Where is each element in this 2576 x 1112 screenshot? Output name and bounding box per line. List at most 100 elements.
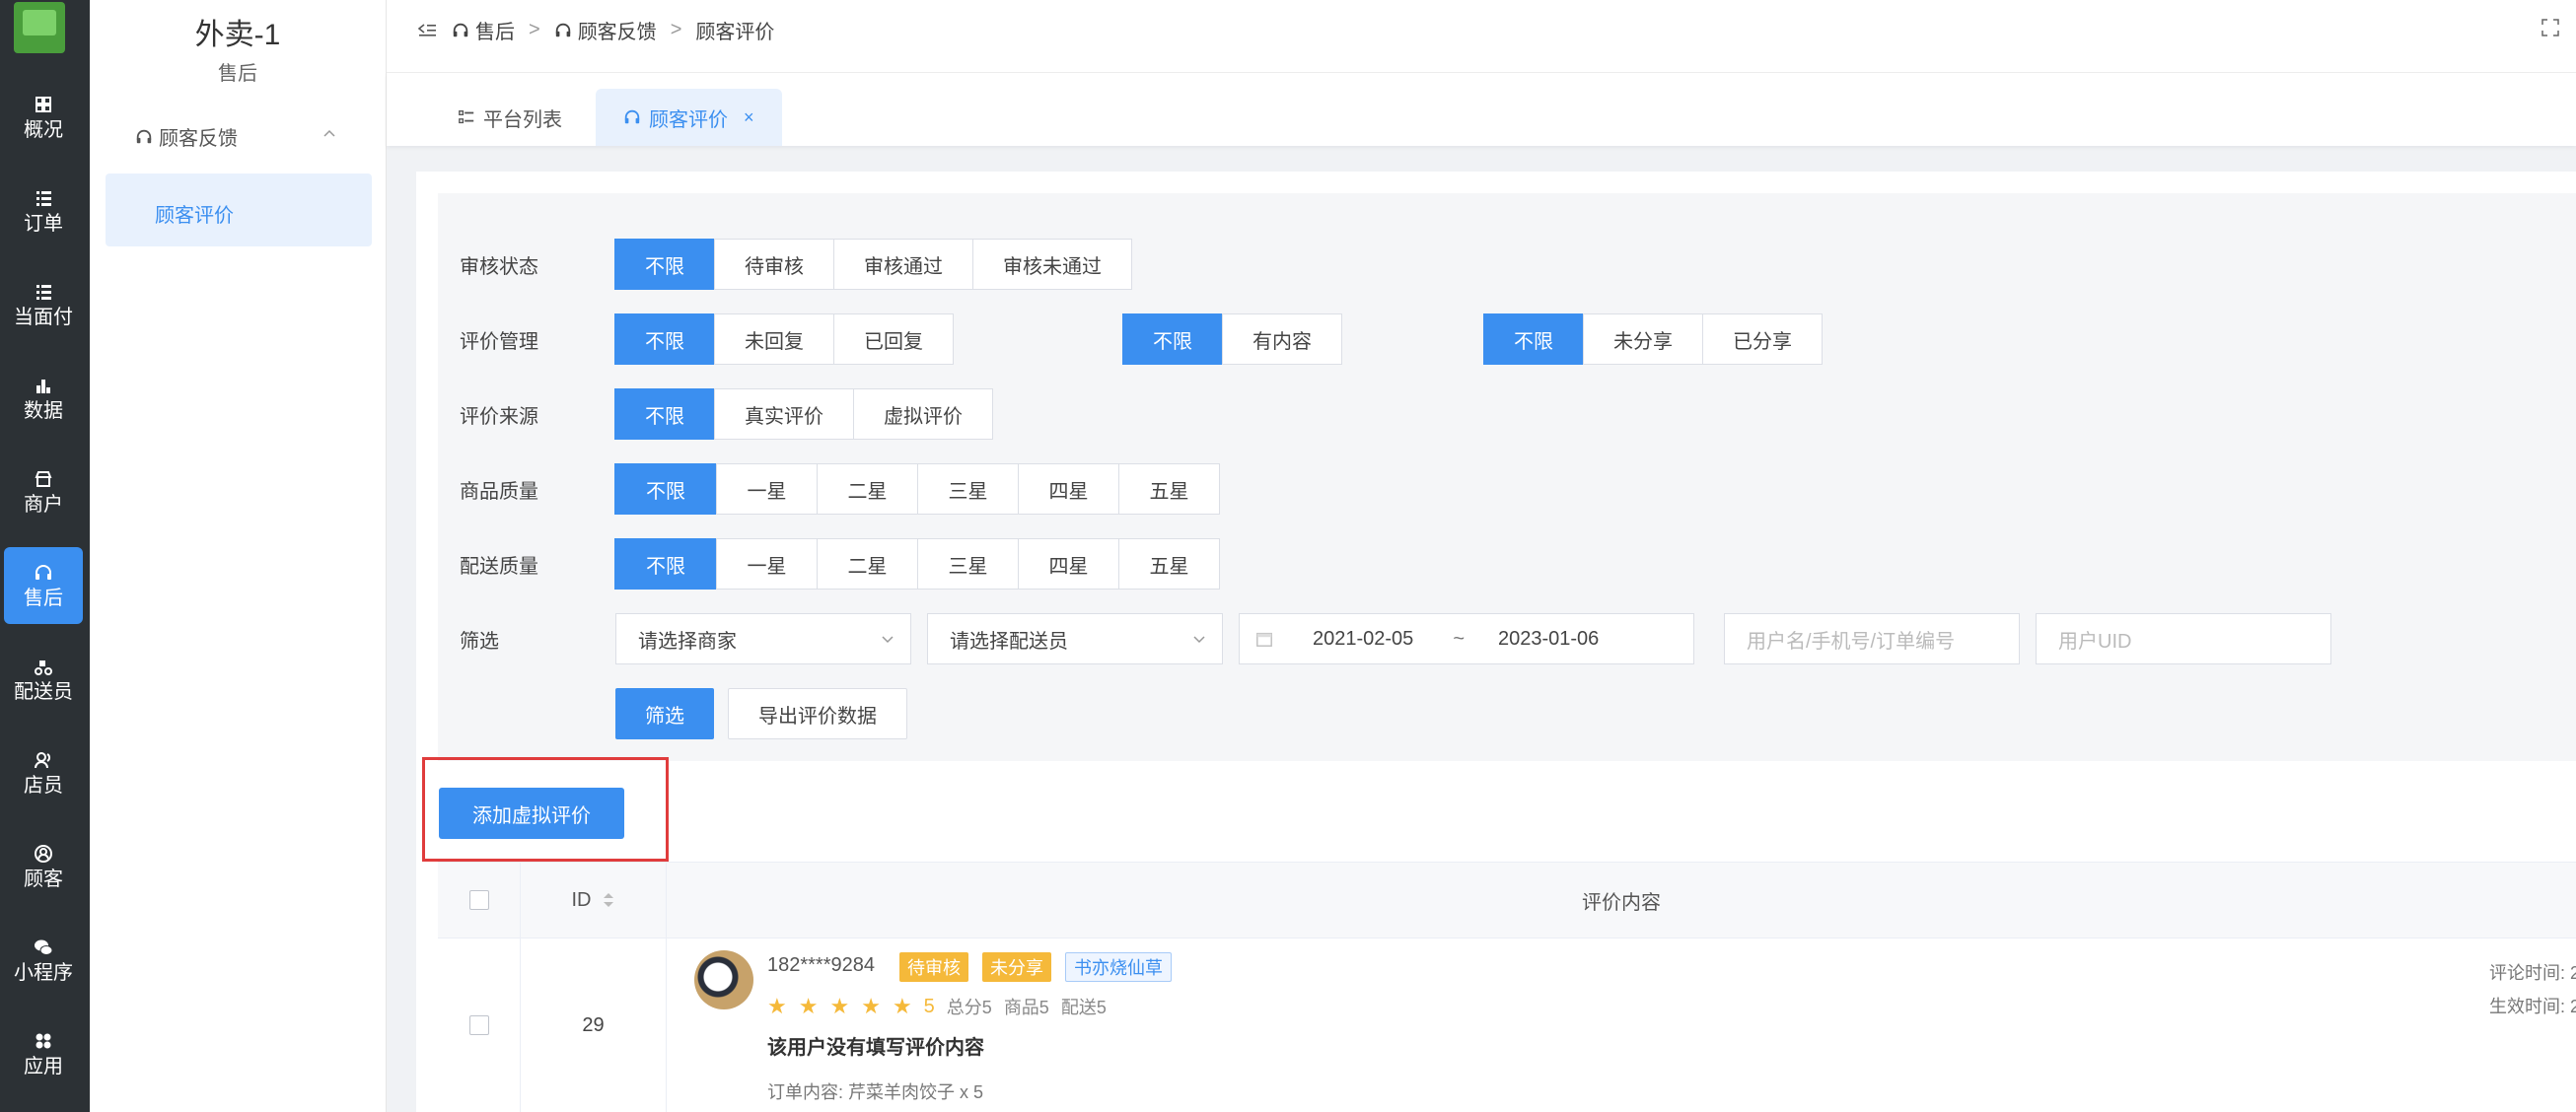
rail-item-label: 小程序 (14, 962, 73, 984)
option-button[interactable]: 已分享 (1702, 313, 1823, 365)
option-button[interactable]: 二星 (817, 538, 918, 590)
option-button[interactable]: 虚拟评价 (853, 388, 993, 440)
total-score: 总分5 (946, 998, 992, 1017)
option-button[interactable]: 审核通过 (833, 239, 973, 290)
option-button[interactable]: 待审核 (714, 239, 834, 290)
select-value: 请选择配送员 (950, 630, 1068, 653)
rating-score: 5 (923, 995, 935, 1017)
option-button[interactable]: 不限 (1122, 313, 1223, 365)
rail-item-label: 当面付 (14, 307, 73, 328)
filter-panel: 审核状态 不限 待审核 审核通过 审核未通过 评价管理 不限 未回复 已回复 不… (438, 193, 2576, 761)
subnav-item-label: 顾客评价 (155, 205, 234, 227)
secondary-sidebar: 外卖-1 售后 顾客反馈 顾客评价 (90, 0, 387, 1112)
export-button[interactable]: 导出评价数据 (728, 688, 907, 739)
option-button[interactable]: 四星 (1018, 538, 1119, 590)
date-start: 2021-02-05 (1313, 627, 1414, 650)
id-column-header[interactable]: ID (521, 863, 667, 938)
option-button[interactable]: 未回复 (714, 313, 834, 365)
option-button[interactable]: 一星 (716, 463, 818, 515)
star-icon: ★ (798, 994, 819, 1018)
merchant-select[interactable]: 请选择商家 (615, 613, 911, 664)
rail-item-staff[interactable]: 店员 (4, 734, 83, 811)
option-button[interactable]: 三星 (917, 463, 1019, 515)
filter-label: 配送质量 (460, 555, 538, 578)
option-button[interactable]: 审核未通过 (972, 239, 1132, 290)
option-button[interactable]: 一星 (716, 538, 818, 590)
filter-row-review-status: 审核状态 不限 待审核 审核通过 审核未通过 (460, 239, 1132, 290)
rail-item-aftersales[interactable]: 售后 (4, 547, 83, 624)
filter-label: 评价来源 (460, 405, 538, 428)
option-button[interactable]: 真实评价 (714, 388, 854, 440)
subnav-group-feedback[interactable]: 顾客反馈 (135, 122, 238, 151)
option-button[interactable]: 二星 (817, 463, 918, 515)
date-end: 2023-01-06 (1498, 627, 1600, 650)
column-label: ID (571, 888, 592, 911)
segmented-review-status: 不限 待审核 审核通过 审核未通过 (614, 239, 1132, 290)
option-button[interactable]: 不限 (614, 313, 715, 365)
option-button[interactable]: 有内容 (1222, 313, 1342, 365)
main-card: 审核状态 不限 待审核 审核通过 审核未通过 评价管理 不限 未回复 已回复 不… (416, 172, 2576, 1112)
sort-icon[interactable] (602, 890, 615, 910)
option-button[interactable]: 不限 (614, 239, 715, 290)
add-virtual-review-button[interactable]: 添加虚拟评价 (439, 788, 624, 839)
breadcrumb-item-current: 顾客评价 (695, 16, 774, 44)
option-button[interactable]: 未分享 (1583, 313, 1703, 365)
breadcrumb-item[interactable]: 顾客反馈 (554, 16, 657, 44)
option-button[interactable]: 不限 (614, 538, 717, 590)
segmented-reply: 不限 未回复 已回复 (614, 313, 1123, 365)
rail-item-overview[interactable]: 概况 (4, 79, 83, 156)
keyword-input[interactable]: 用户名/手机号/订单编号 (1724, 613, 2020, 664)
rail-item-orders[interactable]: 订单 (4, 173, 83, 249)
select-all-checkbox[interactable] (468, 890, 489, 910)
share-badge: 未分享 (982, 952, 1051, 982)
segmented-review-source: 不限 真实评价 虚拟评价 (614, 388, 993, 440)
highlight-box: 添加虚拟评价 (422, 757, 669, 862)
rail-item-merchant[interactable]: 商户 (4, 453, 83, 530)
avatar (694, 950, 753, 1009)
filter-button[interactable]: 筛选 (615, 688, 714, 739)
tab-customer-reviews[interactable]: 顾客评价 × (596, 89, 782, 146)
option-button[interactable]: 不限 (614, 463, 717, 515)
option-button[interactable]: 四星 (1018, 463, 1119, 515)
option-button[interactable]: 三星 (917, 538, 1019, 590)
rail-item-apps[interactable]: 应用 (4, 1015, 83, 1092)
table-header: ID 评价内容 (438, 862, 2576, 938)
option-button[interactable]: 不限 (614, 388, 715, 440)
breadcrumb-label: 顾客反馈 (577, 22, 657, 43)
option-button[interactable]: 已回复 (833, 313, 954, 365)
chevron-down-icon (882, 636, 894, 644)
fullscreen-icon[interactable] (2540, 18, 2560, 37)
rail-item-facepay[interactable]: 当面付 (4, 266, 83, 343)
row-id: 29 (521, 938, 667, 1112)
breadcrumb-item[interactable]: 售后 (452, 16, 515, 44)
rail-item-miniprogram[interactable]: 小程序 (4, 922, 83, 999)
filter-actions: 筛选 导出评价数据 (615, 688, 907, 739)
courier-select[interactable]: 请选择配送员 (927, 613, 1223, 664)
bar-chart-icon (36, 380, 50, 393)
breadcrumb-separator: > (670, 19, 682, 40)
headset-icon (36, 565, 51, 580)
option-button[interactable]: 五星 (1118, 463, 1220, 515)
option-button[interactable]: 五星 (1118, 538, 1220, 590)
uid-input[interactable]: 用户UID (2036, 613, 2331, 664)
rail-item-data[interactable]: 数据 (4, 360, 83, 437)
rail-item-courier[interactable]: 配送员 (4, 641, 83, 718)
rail-item-label: 订单 (24, 213, 63, 235)
row-checkbox[interactable] (468, 1015, 489, 1035)
option-button[interactable]: 不限 (1483, 313, 1584, 365)
store-title: 外卖-1 (194, 19, 281, 51)
top-header: 售后 > 顾客反馈 > 顾客评价 (387, 0, 2576, 73)
date-range-picker[interactable]: 2021-02-05 ~ 2023-01-06 (1239, 613, 1694, 664)
rail-item-label: 配送员 (14, 681, 73, 703)
review-content-cell: 182****9284 待审核 未分享 书亦烧仙草 ★ ★ ★ ★ ★ 5 总分… (667, 938, 2576, 1112)
subnav-group-label: 顾客反馈 (159, 128, 238, 150)
subnav-item-reviews[interactable]: 顾客评价 (106, 174, 372, 246)
tab-platform-list[interactable]: 平台列表 (430, 89, 590, 146)
close-icon[interactable]: × (744, 107, 754, 128)
dashboard-icon (36, 97, 51, 112)
rail-item-customer[interactable]: 顾客 (4, 828, 83, 905)
chevron-up-icon[interactable] (322, 126, 336, 140)
segmented-content: 不限 有内容 (1122, 313, 1484, 365)
customer-icon (35, 845, 52, 863)
collapse-menu-icon[interactable] (416, 20, 438, 41)
